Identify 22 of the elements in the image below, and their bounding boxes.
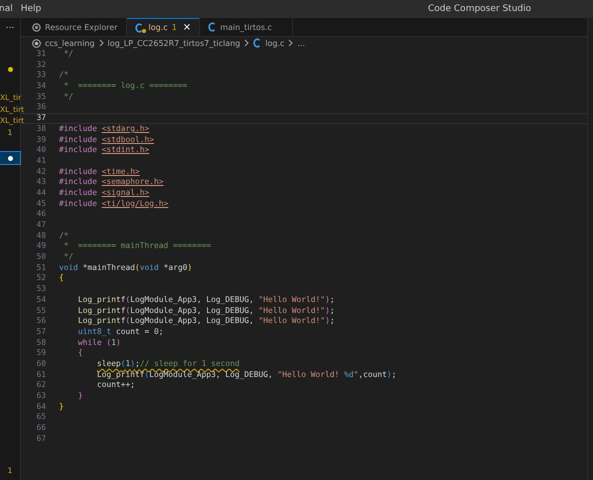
chevron-icon — [244, 39, 250, 47]
breadcrumb-item[interactable]: ... — [297, 38, 306, 48]
breadcrumb-item[interactable]: log.c — [265, 38, 284, 48]
problem-count: 1 — [172, 23, 177, 32]
c-file-icon — [253, 38, 262, 48]
target-icon — [32, 38, 41, 48]
c-file-icon — [134, 22, 143, 32]
chevron-icon — [98, 39, 104, 47]
chevron-icon — [288, 39, 294, 47]
menu-item[interactable]: Help — [20, 4, 42, 14]
breadcrumb-item[interactable]: log_LP_CC2652R7_tirtos7_ticlang — [108, 38, 240, 48]
close-button[interactable]: × — [182, 22, 192, 33]
status-dot-icon — [8, 66, 12, 72]
breadcrumb-item[interactable]: ccs_learning — [45, 38, 95, 48]
c-file-icon — [208, 22, 216, 32]
more-button[interactable]: ... — [0, 18, 20, 36]
editor-tab[interactable]: main_tirtos.c — [200, 18, 294, 36]
editor-tab[interactable]: log.c 1 × — [126, 18, 200, 36]
menu-item[interactable]: nal — [0, 4, 13, 14]
window-title: Code Composer Studio — [428, 4, 532, 14]
list-item[interactable] — [0, 152, 20, 164]
status-dot-icon — [8, 156, 12, 161]
